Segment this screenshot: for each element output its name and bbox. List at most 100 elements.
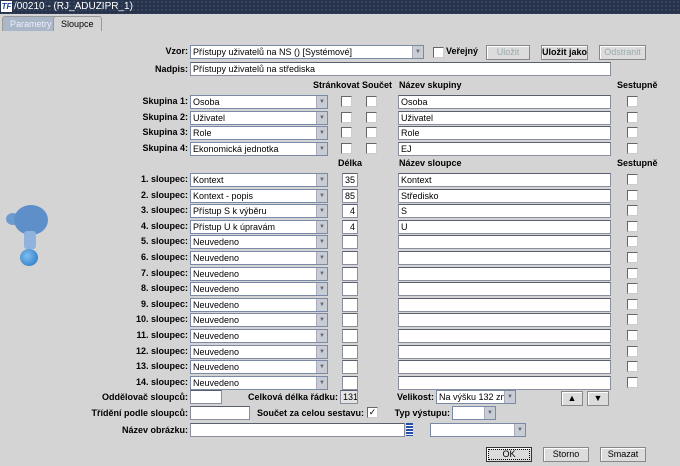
column-name-input[interactable] bbox=[398, 360, 611, 374]
column-label: 11. sloupec: bbox=[136, 330, 188, 340]
descending-checkbox[interactable] bbox=[627, 299, 638, 310]
column-select[interactable]: Neuvedeno ▼ bbox=[190, 329, 328, 343]
column-length-input[interactable] bbox=[342, 360, 358, 374]
descending-checkbox[interactable] bbox=[627, 268, 638, 279]
move-up-button[interactable]: ▲ bbox=[561, 391, 583, 406]
group-select[interactable]: Role ▼ bbox=[190, 126, 328, 140]
descending-checkbox[interactable] bbox=[627, 190, 638, 201]
column-name-input[interactable] bbox=[398, 282, 611, 296]
descending-checkbox[interactable] bbox=[627, 174, 638, 185]
descending-checkbox[interactable] bbox=[627, 127, 638, 138]
column-name-input[interactable] bbox=[398, 376, 611, 390]
group-select[interactable]: Uživatel ▼ bbox=[190, 111, 328, 125]
separator-input[interactable] bbox=[190, 390, 222, 404]
tab-parametry[interactable]: Parametry bbox=[2, 16, 60, 31]
image-label: Název obrázku: bbox=[121, 425, 188, 435]
column-length-input[interactable]: 4 bbox=[342, 220, 358, 234]
column-length-input[interactable]: 85 bbox=[342, 189, 358, 203]
column-length-input[interactable] bbox=[342, 329, 358, 343]
image-input[interactable] bbox=[190, 423, 405, 437]
column-name-input[interactable]: U bbox=[398, 220, 611, 234]
paging-checkbox[interactable] bbox=[341, 127, 352, 138]
column-select[interactable]: Neuvedeno ▼ bbox=[190, 298, 328, 312]
column-name-input[interactable]: Kontext bbox=[398, 173, 611, 187]
descending-checkbox[interactable] bbox=[627, 252, 638, 263]
sum-checkbox[interactable] bbox=[366, 127, 377, 138]
size-select[interactable]: Na výšku 132 zn. ▼ bbox=[436, 390, 516, 404]
column-length-input[interactable] bbox=[342, 313, 358, 327]
column-length-input[interactable]: 35 bbox=[342, 173, 358, 187]
column-name-input[interactable] bbox=[398, 345, 611, 359]
group-name-input[interactable]: Role bbox=[398, 126, 611, 140]
column-length-input[interactable] bbox=[342, 282, 358, 296]
descending-checkbox[interactable] bbox=[627, 314, 638, 325]
column-select[interactable]: Neuvedeno ▼ bbox=[190, 313, 328, 327]
cancel-button[interactable]: Storno bbox=[543, 447, 589, 462]
group-select[interactable]: Osoba ▼ bbox=[190, 95, 328, 109]
descending-checkbox[interactable] bbox=[627, 330, 638, 341]
column-length-input[interactable] bbox=[342, 376, 358, 390]
save-button[interactable]: Uložit bbox=[486, 45, 530, 60]
delete-button[interactable]: Smazat bbox=[600, 447, 646, 462]
descending-checkbox[interactable] bbox=[627, 346, 638, 357]
image-select[interactable]: ▼ bbox=[430, 423, 526, 437]
column-length-input[interactable] bbox=[342, 298, 358, 312]
column-select[interactable]: Neuvedeno ▼ bbox=[190, 251, 328, 265]
descending-checkbox[interactable] bbox=[627, 112, 638, 123]
sum-checkbox[interactable] bbox=[366, 143, 377, 154]
column-select[interactable]: Přístup U k úpravám ▼ bbox=[190, 220, 328, 234]
descending-checkbox[interactable] bbox=[627, 143, 638, 154]
save-as-button[interactable]: Uložit jako bbox=[541, 45, 588, 60]
chevron-down-icon: ▼ bbox=[316, 127, 327, 139]
column-name-input[interactable] bbox=[398, 251, 611, 265]
vzor-select[interactable]: Přístupy uživatelů na NS () [Systémové] ▼ bbox=[190, 45, 424, 59]
descending-checkbox[interactable] bbox=[627, 377, 638, 388]
paging-checkbox[interactable] bbox=[341, 143, 352, 154]
column-name-input[interactable] bbox=[398, 235, 611, 249]
sort-input[interactable] bbox=[190, 406, 250, 420]
column-length-input[interactable] bbox=[342, 251, 358, 265]
sum-all-checkbox[interactable]: ✓ bbox=[367, 407, 378, 418]
descending-checkbox[interactable] bbox=[627, 236, 638, 247]
group-name-input[interactable]: Osoba bbox=[398, 95, 611, 109]
group-name-input[interactable]: Uživatel bbox=[398, 111, 611, 125]
column-select[interactable]: Kontext ▼ bbox=[190, 173, 328, 187]
column-select[interactable]: Přístup S k výběru ▼ bbox=[190, 204, 328, 218]
output-type-select[interactable]: ▼ bbox=[452, 406, 496, 420]
column-length-input[interactable] bbox=[342, 235, 358, 249]
column-select[interactable]: Kontext - popis ▼ bbox=[190, 189, 328, 203]
column-name-input[interactable] bbox=[398, 313, 611, 327]
sum-checkbox[interactable] bbox=[366, 96, 377, 107]
column-select[interactable]: Neuvedeno ▼ bbox=[190, 376, 328, 390]
sum-checkbox[interactable] bbox=[366, 112, 377, 123]
verejny-checkbox[interactable] bbox=[433, 47, 444, 58]
nadpis-input[interactable]: Přístupy uživatelů na střediska bbox=[190, 62, 611, 76]
column-select[interactable]: Neuvedeno ▼ bbox=[190, 345, 328, 359]
ok-button[interactable]: OK bbox=[486, 447, 532, 462]
column-name-input[interactable] bbox=[398, 267, 611, 281]
column-name-input[interactable]: S bbox=[398, 204, 611, 218]
group-select[interactable]: Ekonomická jednotka ▼ bbox=[190, 142, 328, 156]
remove-button[interactable]: Odstranit bbox=[599, 45, 646, 60]
column-length-input[interactable]: 4 bbox=[342, 204, 358, 218]
group-name-input[interactable]: EJ bbox=[398, 142, 611, 156]
column-select[interactable]: Neuvedeno ▼ bbox=[190, 360, 328, 374]
column-select[interactable]: Neuvedeno ▼ bbox=[190, 267, 328, 281]
list-icon[interactable] bbox=[406, 423, 413, 436]
descending-checkbox[interactable] bbox=[627, 283, 638, 294]
descending-checkbox[interactable] bbox=[627, 221, 638, 232]
column-select[interactable]: Neuvedeno ▼ bbox=[190, 235, 328, 249]
move-down-button[interactable]: ▼ bbox=[587, 391, 609, 406]
column-name-input[interactable] bbox=[398, 298, 611, 312]
column-name-input[interactable] bbox=[398, 329, 611, 343]
descending-checkbox[interactable] bbox=[627, 361, 638, 372]
column-name-input[interactable]: Středisko bbox=[398, 189, 611, 203]
descending-checkbox[interactable] bbox=[627, 205, 638, 216]
column-length-input[interactable] bbox=[342, 345, 358, 359]
descending-checkbox[interactable] bbox=[627, 96, 638, 107]
paging-checkbox[interactable] bbox=[341, 96, 352, 107]
column-length-input[interactable] bbox=[342, 267, 358, 281]
tab-sloupce[interactable]: Sloupce bbox=[53, 16, 102, 31]
column-select[interactable]: Neuvedeno ▼ bbox=[190, 282, 328, 296]
paging-checkbox[interactable] bbox=[341, 112, 352, 123]
